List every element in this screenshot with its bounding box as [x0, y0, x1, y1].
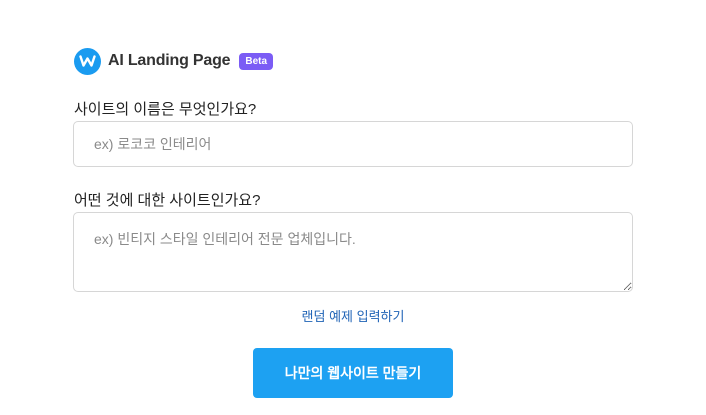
w-logo-icon	[74, 47, 101, 75]
site-name-input[interactable]	[73, 121, 633, 167]
brand-header: AI Landing Page Beta	[74, 47, 274, 75]
brand-title: AI Landing Page	[108, 52, 231, 69]
random-example-link[interactable]: 랜덤 예제 입력하기	[0, 306, 706, 325]
landing-page-form: AI Landing Page Beta 사이트의 이름은 무엇인가요? 어떤 …	[0, 0, 706, 415]
site-name-label: 사이트의 이름은 무엇인가요?	[74, 101, 257, 118]
site-description-label: 어떤 것에 대한 사이트인가요?	[74, 192, 261, 209]
create-website-button[interactable]: 나만의 웹사이트 만들기	[253, 348, 453, 398]
beta-badge: Beta	[239, 52, 274, 70]
site-description-textarea[interactable]	[73, 212, 633, 292]
